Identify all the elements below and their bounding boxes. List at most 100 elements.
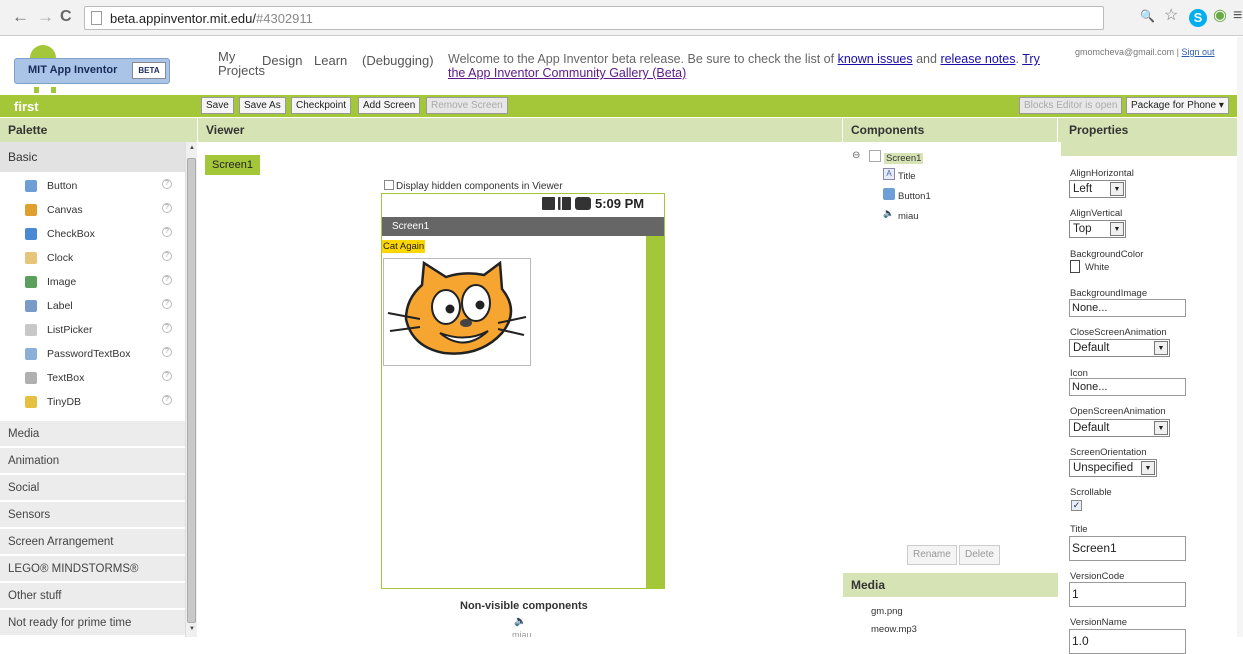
page-scrollbar[interactable]: [1237, 37, 1243, 637]
blocks-editor-button[interactable]: Blocks Editor is open: [1019, 97, 1123, 114]
sign-out-link[interactable]: Sign out: [1182, 47, 1215, 57]
version-code-field[interactable]: 1: [1069, 582, 1186, 607]
palette-item-tinydb[interactable]: TinyDB?: [0, 392, 185, 416]
bg-color-value[interactable]: White: [1085, 262, 1109, 273]
screen1-tab[interactable]: Screen1: [205, 155, 260, 175]
palette-item-image[interactable]: Image?: [0, 272, 185, 296]
welcome-message: Welcome to the App Inventor beta release…: [448, 52, 1068, 80]
close-anim-select[interactable]: Default ▼: [1069, 339, 1170, 357]
help-icon[interactable]: ?: [162, 203, 172, 213]
skype-extension-icon[interactable]: S: [1189, 9, 1207, 27]
scrollable-checkbox[interactable]: ✓: [1071, 500, 1082, 511]
title-field[interactable]: Screen1: [1069, 536, 1186, 561]
palette-item-button[interactable]: Button?: [0, 176, 185, 200]
help-icon[interactable]: ?: [162, 227, 172, 237]
display-hidden-checkbox[interactable]: [384, 180, 394, 190]
nav-debugging[interactable]: (Debugging): [362, 54, 434, 68]
help-icon[interactable]: ?: [162, 371, 172, 381]
menu-icon[interactable]: ≡: [1233, 7, 1242, 25]
align-horizontal-select[interactable]: Left ▼: [1069, 180, 1126, 198]
zoom-icon[interactable]: 🔍: [1140, 7, 1155, 25]
palette-item-listpicker[interactable]: ListPicker?: [0, 320, 185, 344]
title-label: Title: [1070, 524, 1088, 535]
gallery-link[interactable]: the App Inventor Community Gallery (Beta…: [448, 66, 686, 80]
cat-image-button[interactable]: [383, 258, 531, 366]
palette-item-passwordtextbox[interactable]: PasswordTextBox?: [0, 344, 185, 368]
nav-my-projects[interactable]: My Projects: [218, 50, 265, 78]
properties-panel: AlignHorizontal Left ▼ AlignVertical Top ▼…: [1061, 142, 1243, 654]
project-name: first: [14, 99, 39, 114]
nav-learn[interactable]: Learn: [314, 54, 347, 68]
media-item-meow-mp3[interactable]: meow.mp3: [871, 624, 917, 635]
delete-button[interactable]: Delete: [959, 545, 1000, 565]
known-issues-link[interactable]: known issues: [838, 52, 913, 66]
palette-item-canvas[interactable]: Canvas?: [0, 200, 185, 224]
reload-icon[interactable]: C: [60, 8, 72, 26]
palette-category[interactable]: Sensors: [0, 501, 185, 527]
save-as-button[interactable]: Save As: [239, 97, 286, 114]
forward-icon[interactable]: →: [37, 8, 54, 26]
add-screen-button[interactable]: Add Screen: [358, 97, 421, 114]
orientation-select[interactable]: Unspecified ▼: [1069, 459, 1157, 477]
scroll-down-icon[interactable]: ▼: [189, 626, 195, 632]
display-hidden-checkbox-row[interactable]: Display hidden components in Viewer: [384, 180, 563, 192]
url-text: beta.appinventor.mit.edu/#4302911: [110, 11, 313, 26]
palette-category[interactable]: Social: [0, 474, 185, 500]
release-notes-link[interactable]: release notes: [940, 52, 1015, 66]
help-icon[interactable]: ?: [162, 347, 172, 357]
palette-item-clock[interactable]: Clock?: [0, 248, 185, 272]
palette-scrollbar[interactable]: ▲ ▼: [185, 142, 197, 637]
eye-extension-icon[interactable]: ◉: [1213, 7, 1227, 25]
nav-design[interactable]: Design: [262, 54, 302, 68]
address-bar[interactable]: beta.appinventor.mit.edu/#4302911: [84, 6, 1104, 30]
properties-strip: [1061, 142, 1243, 156]
app-header: MIT App Inventor BETA My Projects Design…: [0, 37, 1243, 95]
help-icon[interactable]: ?: [162, 395, 172, 405]
palette-category[interactable]: LEGO® MINDSTORMS®: [0, 555, 185, 581]
back-icon[interactable]: ←: [12, 8, 29, 26]
help-icon[interactable]: ?: [162, 179, 172, 189]
align-vertical-select[interactable]: Top ▼: [1069, 220, 1126, 238]
version-code-label: VersionCode: [1070, 571, 1125, 582]
sound-icon[interactable]: 🔈: [514, 616, 526, 627]
icon-field[interactable]: None...: [1069, 378, 1186, 396]
checkpoint-button[interactable]: Checkpoint: [291, 97, 352, 114]
palette-item-checkbox[interactable]: CheckBox?: [0, 224, 185, 248]
color-swatch-icon[interactable]: [1070, 260, 1080, 273]
palette-scroll-thumb[interactable]: [187, 158, 196, 623]
help-icon[interactable]: ?: [162, 275, 172, 285]
collapse-tree-icon[interactable]: ⊖: [852, 150, 860, 161]
project-toolbar: first Save Save As Checkpoint Add Screen…: [0, 95, 1243, 117]
scroll-up-icon[interactable]: ▲: [189, 145, 195, 151]
palette-category[interactable]: Animation: [0, 447, 185, 473]
palette-item-label: ListPicker: [47, 324, 93, 336]
help-icon[interactable]: ?: [162, 323, 172, 333]
palette-item-label: TextBox: [47, 372, 85, 384]
rename-button[interactable]: Rename: [907, 545, 957, 565]
bg-image-field[interactable]: None...: [1069, 299, 1186, 317]
palette-category[interactable]: Screen Arrangement: [0, 528, 185, 554]
palette-item-textbox[interactable]: TextBox?: [0, 368, 185, 392]
open-anim-label: OpenScreenAnimation: [1070, 406, 1166, 417]
logo-name: MIT App Inventor: [28, 64, 118, 76]
help-icon[interactable]: ?: [162, 299, 172, 309]
try-link[interactable]: Try: [1022, 52, 1040, 66]
media-item-gm-png[interactable]: gm.png: [871, 606, 903, 617]
palette-category[interactable]: Other stuff: [0, 582, 185, 608]
palette-item-label[interactable]: Label?: [0, 296, 185, 320]
scratch-cat-icon: [387, 260, 527, 355]
remove-screen-button[interactable]: Remove Screen: [426, 97, 508, 114]
palette-category[interactable]: Media: [0, 420, 185, 446]
save-button[interactable]: Save: [201, 97, 234, 114]
bookmark-star-icon[interactable]: ☆: [1164, 7, 1178, 25]
android-head-icon: [30, 45, 56, 58]
app-inventor-logo[interactable]: MIT App Inventor BETA: [14, 45, 170, 95]
version-name-field[interactable]: 1.0: [1069, 629, 1186, 654]
help-icon[interactable]: ?: [162, 251, 172, 261]
open-anim-value: Default: [1073, 422, 1110, 434]
palette-basic-header[interactable]: Basic: [0, 142, 185, 172]
palette-category[interactable]: Not ready for prime time: [0, 609, 185, 635]
package-for-phone-button[interactable]: Package for Phone ▾: [1126, 97, 1229, 114]
cat-again-label[interactable]: Cat Again: [382, 240, 426, 253]
open-anim-select[interactable]: Default ▼: [1069, 419, 1170, 437]
